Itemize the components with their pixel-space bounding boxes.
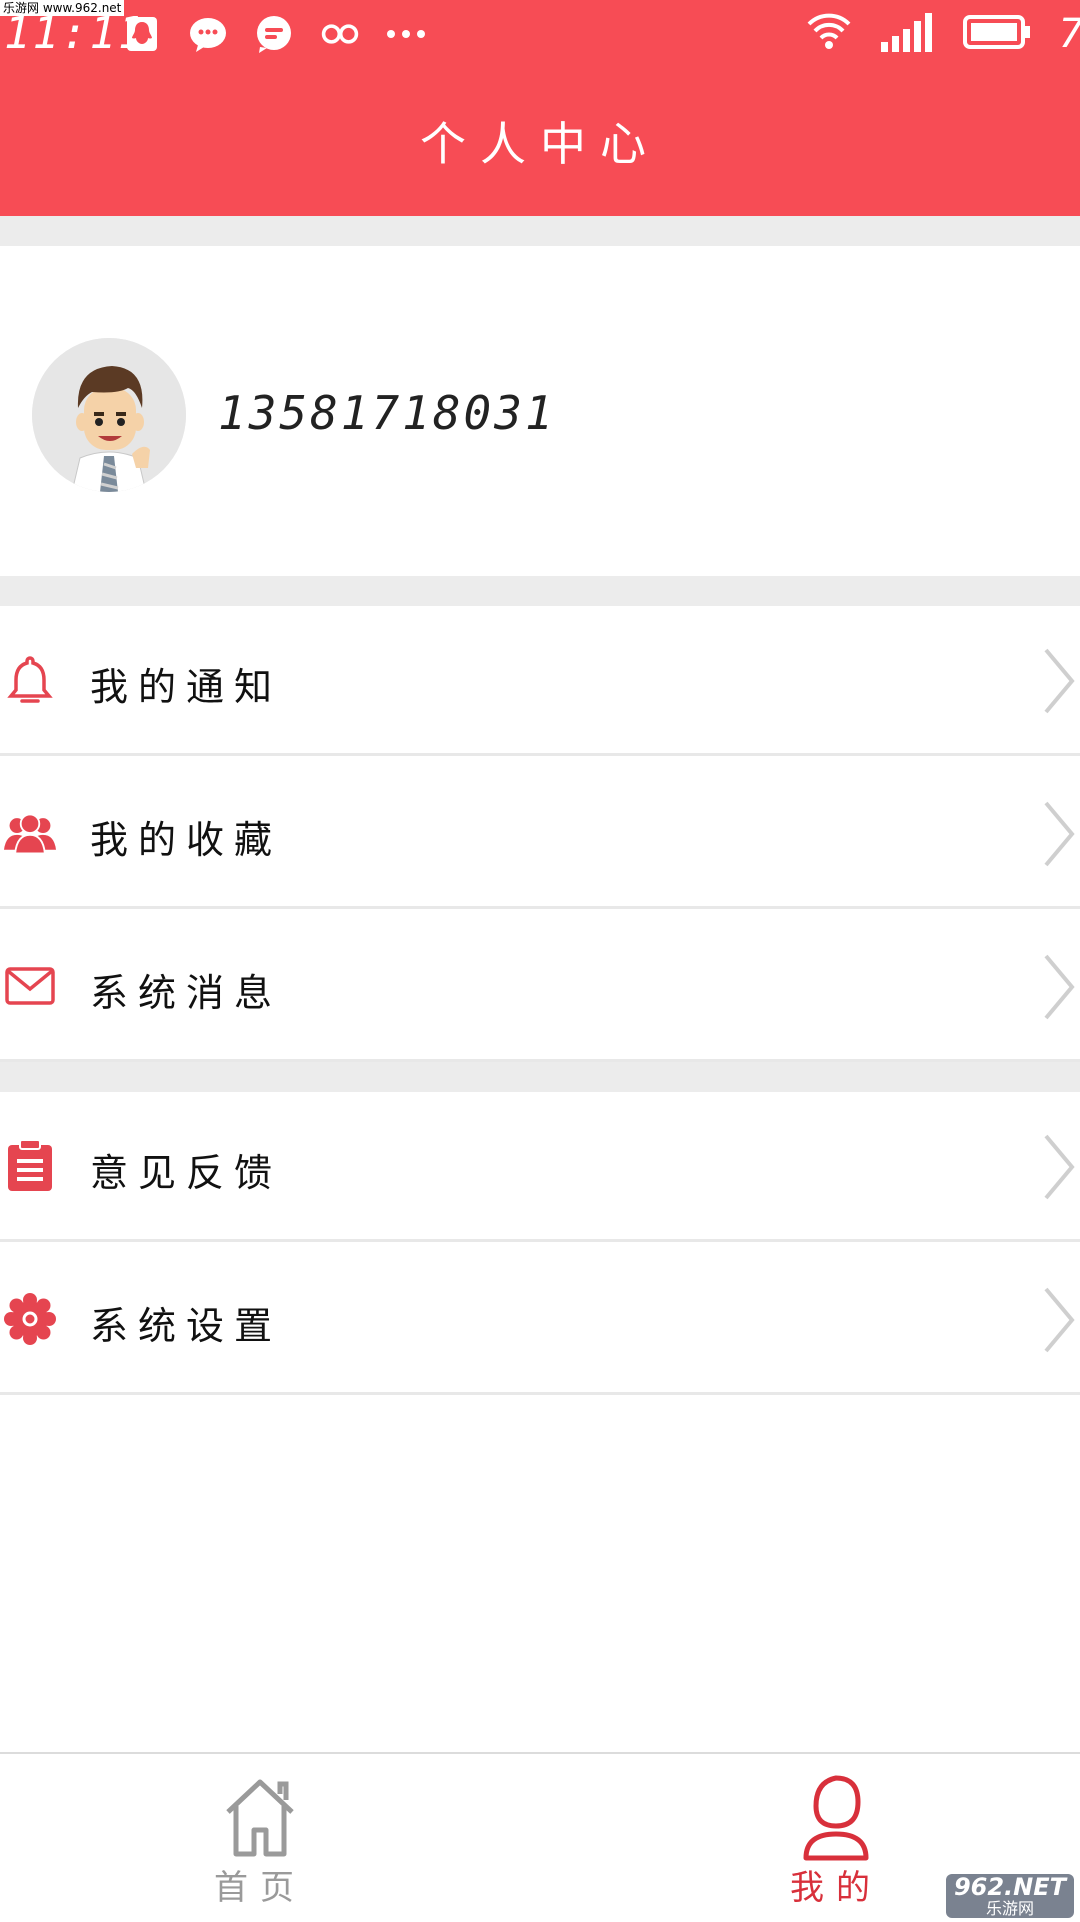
bottom-tab-bar: 首页 我的 962.NET 乐游网 [0, 1752, 1080, 1922]
watermark-logo: 962.NET 乐游网 [946, 1874, 1074, 1918]
user-icon [786, 1772, 886, 1862]
tab-mine-label: 我的 [790, 1868, 882, 1908]
user-phone: 13581718031 [218, 386, 556, 440]
watermark-top: 乐游网 www.962.net [0, 0, 125, 16]
chevron-right-icon [1042, 952, 1078, 1022]
header-bar: 11:11 乐游网 www.962.net 个人中心 [0, 0, 1080, 216]
mail-icon [4, 960, 56, 1012]
signal-icon [880, 12, 935, 56]
section-divider [0, 1062, 1080, 1092]
more-dots-icon [386, 14, 426, 54]
chevron-right-icon [1042, 1132, 1078, 1202]
menu-label: 我的收藏 [90, 818, 283, 862]
watermark-line2: 乐游网 [985, 1899, 1034, 1918]
menu-item-notifications[interactable]: 我的通知 [0, 606, 1080, 756]
chevron-right-icon [1042, 799, 1078, 869]
battery-icon [962, 15, 1031, 53]
watermark-line1: 962.NET [953, 1873, 1067, 1901]
bell-icon [4, 654, 56, 706]
message-icon [254, 14, 294, 54]
menu-item-favorites[interactable]: 我的收藏 [0, 759, 1080, 909]
home-icon [210, 1772, 310, 1862]
infinity-icon [320, 14, 360, 54]
gear-icon [4, 1293, 56, 1345]
section-divider [0, 576, 1080, 606]
people-icon [4, 807, 56, 859]
chevron-right-icon [1042, 646, 1078, 716]
notification-icons [122, 12, 426, 56]
system-icons: 7 [805, 10, 1080, 58]
status-bar: 11:11 [0, 0, 1080, 64]
menu-item-settings[interactable]: 系统设置 [0, 1245, 1080, 1395]
tab-mine[interactable]: 我的 [736, 1754, 936, 1922]
menu-item-system-messages[interactable]: 系统消息 [0, 912, 1080, 1062]
menu-label: 系统消息 [90, 971, 283, 1015]
menu-label: 意见反馈 [90, 1151, 283, 1195]
menu-item-feedback[interactable]: 意见反馈 [0, 1092, 1080, 1242]
qq-icon [122, 14, 162, 54]
tab-home-label: 首页 [214, 1868, 306, 1908]
wifi-icon [805, 12, 853, 56]
wechat-icon [188, 14, 228, 54]
avatar[interactable] [32, 338, 186, 492]
section-divider [0, 216, 1080, 246]
tab-home[interactable]: 首页 [160, 1754, 360, 1922]
clipboard-icon [4, 1139, 56, 1192]
menu-label: 我的通知 [90, 665, 283, 709]
chevron-right-icon [1042, 1285, 1078, 1355]
menu-label: 系统设置 [90, 1304, 283, 1348]
battery-level: 7 [1059, 11, 1080, 57]
profile-card[interactable]: 13581718031 [0, 246, 1080, 576]
page-title: 个人中心 [420, 117, 660, 171]
